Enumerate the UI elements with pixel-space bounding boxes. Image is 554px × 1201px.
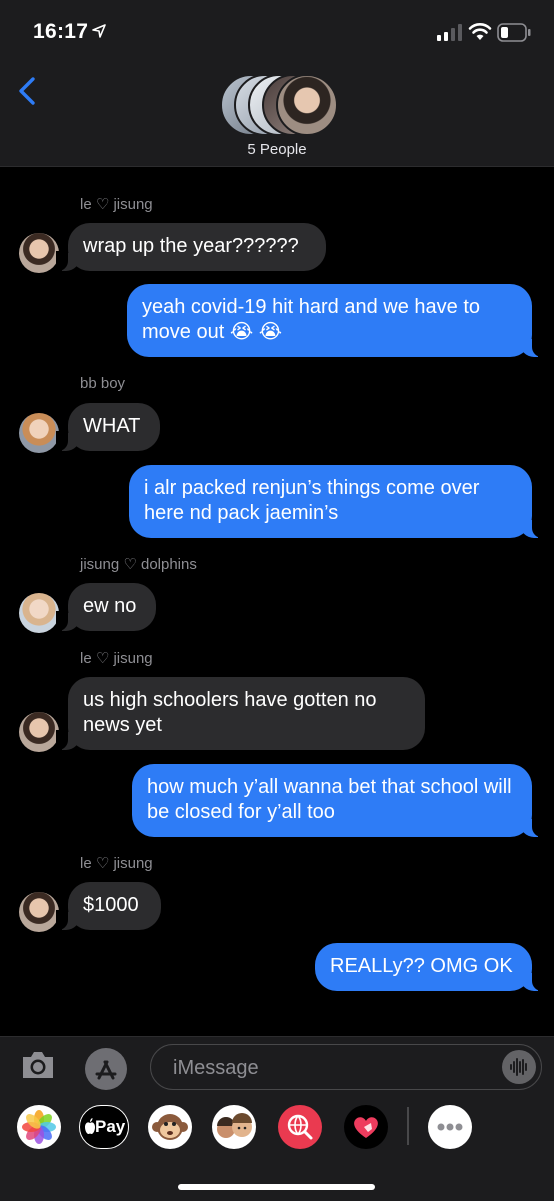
avatar[interactable]	[19, 593, 59, 633]
sender-name: bb boy	[80, 375, 126, 392]
compose-bar: iMessage Pay	[0, 1036, 554, 1201]
app-store-glyph-icon	[95, 1060, 117, 1080]
message-text: REALLy?? OMG OK	[330, 955, 513, 977]
image-search-icon[interactable]	[278, 1105, 322, 1149]
monkey-glyph-icon	[152, 1114, 188, 1140]
message-text: i alr packed renjun’s things come over h…	[144, 477, 480, 524]
memoji-icon[interactable]	[212, 1105, 256, 1149]
animoji-icon[interactable]	[148, 1105, 192, 1149]
more-icon[interactable]	[428, 1105, 472, 1149]
app-drawer: Pay	[0, 1105, 554, 1149]
signal-icon	[437, 24, 462, 41]
location-arrow-icon	[92, 24, 106, 38]
message-input-placeholder: iMessage	[173, 1057, 259, 1079]
message-text: yeah covid-19 hit hard and we have to mo…	[142, 296, 480, 343]
conversation-header: 5 People	[0, 66, 554, 167]
photos-glyph-icon	[22, 1110, 56, 1144]
message-outgoing[interactable]: how much y’all wanna bet that school wil…	[132, 764, 544, 837]
message-incoming[interactable]: us high schoolers have gotten no news ye…	[56, 677, 425, 750]
sender-name: le ♡ jisung	[80, 196, 153, 213]
message-text: us high schoolers have gotten no news ye…	[83, 689, 377, 736]
digital-touch-icon[interactable]	[344, 1105, 388, 1149]
status-time: 16:17	[33, 20, 89, 43]
ellipsis-glyph-icon	[437, 1123, 463, 1131]
app-drawer-divider	[407, 1107, 409, 1145]
heart-touch-glyph-icon	[354, 1117, 378, 1138]
message-input[interactable]: iMessage	[150, 1044, 542, 1090]
sender-name: le ♡ jisung	[80, 855, 153, 872]
message-text: how much y’all wanna bet that school wil…	[147, 776, 512, 823]
waveform-glyph-icon	[510, 1058, 527, 1076]
app-store-icon[interactable]	[85, 1048, 127, 1090]
message-thread[interactable]: le ♡ jisung wrap up the year?????? yeah …	[0, 167, 554, 1035]
message-outgoing[interactable]: yeah covid-19 hit hard and we have to mo…	[127, 284, 544, 357]
group-avatar-stack[interactable]	[220, 74, 338, 136]
message-outgoing[interactable]: i alr packed renjun’s things come over h…	[129, 465, 544, 538]
avatar[interactable]	[19, 712, 59, 752]
chevron-left-icon[interactable]	[16, 76, 38, 106]
avatar[interactable]	[19, 413, 59, 453]
sender-name: le ♡ jisung	[80, 650, 153, 667]
status-bar: 16:17	[0, 0, 554, 66]
message-text: WHAT	[83, 415, 141, 437]
message-text: wrap up the year??????	[83, 235, 299, 257]
apple-logo-icon	[85, 1118, 95, 1134]
avatar[interactable]	[19, 892, 59, 932]
sender-name: jisung ♡ dolphins	[80, 556, 197, 573]
apple-pay-icon[interactable]: Pay	[79, 1105, 129, 1149]
photos-icon[interactable]	[17, 1105, 61, 1149]
apple-pay-label: Pay	[95, 1117, 126, 1136]
memoji-glyph-icon	[217, 1113, 252, 1138]
home-indicator[interactable]	[178, 1184, 375, 1190]
avatar[interactable]	[19, 233, 59, 273]
message-text: $1000	[83, 894, 139, 916]
camera-icon[interactable]	[20, 1049, 56, 1081]
message-text: ew no	[83, 595, 137, 617]
battery-icon	[497, 23, 531, 42]
wifi-icon	[468, 23, 492, 40]
message-incoming[interactable]: wrap up the year??????	[56, 223, 326, 271]
globe-search-glyph-icon	[287, 1114, 313, 1140]
message-incoming[interactable]: WHAT	[56, 403, 160, 451]
group-title[interactable]: 5 People	[0, 141, 554, 158]
avatar	[276, 74, 338, 136]
message-incoming[interactable]: $1000	[56, 882, 161, 930]
message-incoming[interactable]: ew no	[56, 583, 156, 631]
message-outgoing[interactable]: REALLy?? OMG OK	[315, 943, 544, 991]
audio-waveform-icon[interactable]	[502, 1050, 536, 1084]
